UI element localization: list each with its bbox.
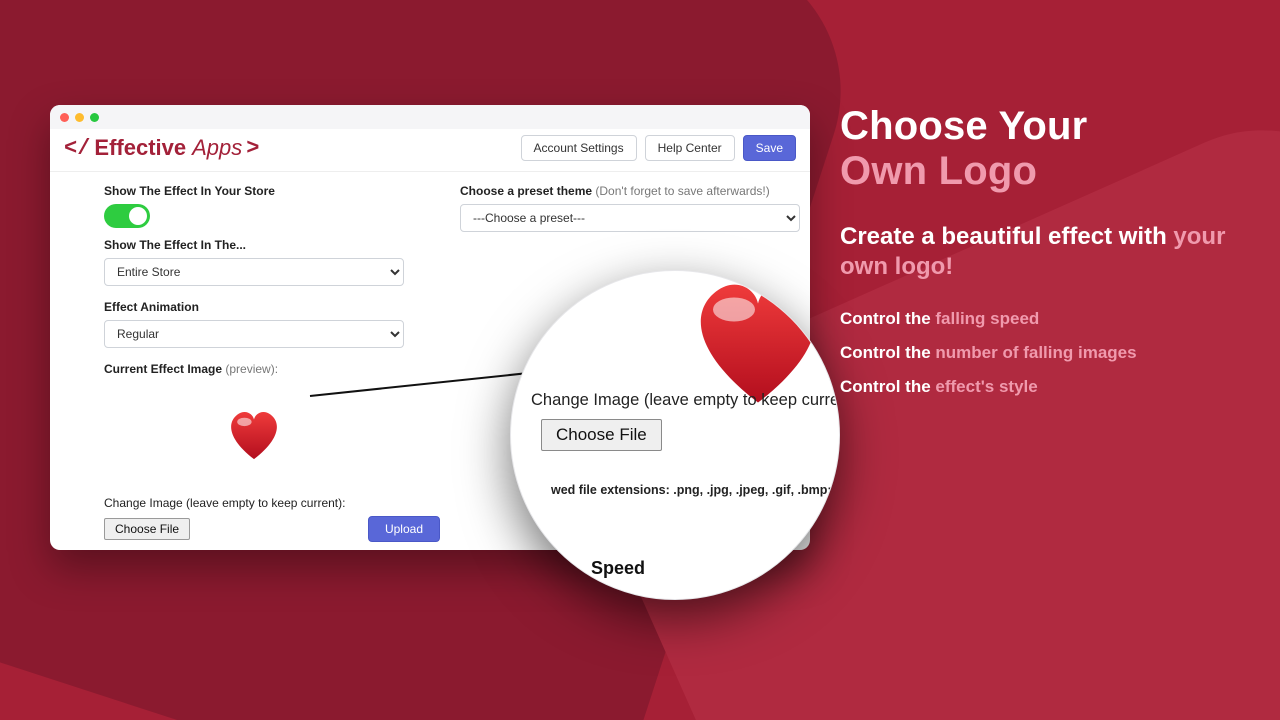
preset-theme-hint: (Don't forget to save afterwards!) [595,184,769,198]
window-minimize-icon[interactable] [75,113,84,122]
preset-theme-label: Choose a preset theme (Don't forget to s… [460,184,796,198]
change-image-row: Choose File Upload [104,516,440,542]
window-zoom-icon[interactable] [90,113,99,122]
brand-logo: </ Effective Apps > [64,135,259,161]
headline-line-1: Choose Your [840,104,1087,148]
change-image-label: Change Image (leave empty to keep curren… [104,496,440,510]
show-effect-label: Show The Effect In Your Store [104,184,440,198]
heart-icon [224,407,284,467]
app-bar: </ Effective Apps > Account Settings Hel… [50,129,810,172]
mag-change-image-label: Change Image (leave empty to keep curren… [531,391,839,410]
bullet-item: Control the number of falling images [840,343,1240,363]
effect-animation-label: Effect Animation [104,300,440,314]
lead-part-1: Create a beautiful effect with [840,223,1173,250]
code-bracket-icon: </ [64,136,90,161]
save-button[interactable]: Save [743,135,796,161]
show-effect-in-label: Show The Effect In The... [104,238,440,252]
lead-text: Create a beautiful effect with your own … [840,222,1240,283]
choose-file-button[interactable]: Choose File [104,518,190,540]
window-close-icon[interactable] [60,113,69,122]
account-settings-button[interactable]: Account Settings [521,135,637,161]
bullet-item: Control the effect's style [840,377,1240,397]
mag-allowed-extensions: wed file extensions: .png, .jpg, .jpeg, … [551,483,829,497]
show-effect-in-select[interactable]: Entire Store [104,258,404,286]
current-image-label: Current Effect Image (preview): [104,362,440,376]
headline: Choose Your Own Logo [840,104,1240,194]
effect-image-preview [104,382,404,492]
brand-word-1: Effective [94,135,186,161]
upload-button[interactable]: Upload [368,516,440,542]
help-center-button[interactable]: Help Center [645,135,735,161]
mag-choose-file-button[interactable]: Choose File [541,419,662,451]
settings-left-column: Show The Effect In Your Store Show The E… [64,180,440,529]
appbar-actions: Account Settings Help Center Save [521,135,796,161]
current-image-label-text: Current Effect Image [104,362,222,376]
bullet-list: Control the falling speed Control the nu… [840,309,1240,397]
window-titlebar [50,105,810,129]
bullet-item: Control the falling speed [840,309,1240,329]
marketing-panel: Choose Your Own Logo Create a beautiful … [840,104,1240,397]
heart-icon [683,271,833,411]
code-bracket-icon: > [246,136,259,161]
preset-theme-select[interactable]: ---Choose a preset--- [460,204,800,232]
magnifier-lens: Change Image (leave empty to keep curren… [510,270,840,600]
mag-speed-label: Speed [591,558,645,579]
show-effect-toggle[interactable] [104,204,150,228]
current-image-hint: (preview): [225,362,278,376]
brand-word-2: Apps [192,135,242,161]
preset-theme-label-text: Choose a preset theme [460,184,592,198]
effect-animation-select[interactable]: Regular [104,320,404,348]
headline-line-2: Own Logo [840,149,1240,194]
